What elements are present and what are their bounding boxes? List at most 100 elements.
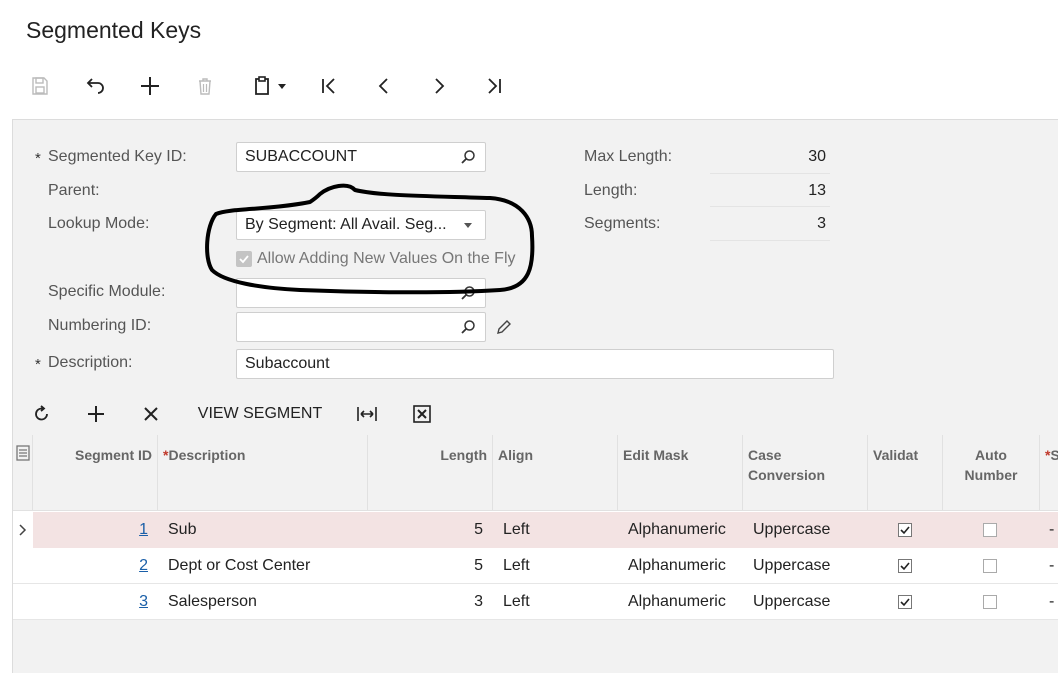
validate-checkbox[interactable] [898,512,912,548]
extra-cell[interactable]: - [1049,548,1054,584]
export-excel-button[interactable] [408,400,436,428]
col-align[interactable]: Align [493,435,618,511]
align-cell[interactable]: Left [503,512,530,548]
checkbox-empty-icon [983,595,997,609]
add-row-button[interactable] [82,400,110,428]
undo-icon [86,78,104,94]
prev-record-button[interactable] [368,70,400,102]
fit-columns-button[interactable] [352,400,382,428]
next-icon [435,78,445,94]
specific-module-label: Specific Module: [48,283,166,300]
extra-cell[interactable]: - [1049,584,1054,620]
align-cell[interactable]: Left [503,584,530,620]
add-button[interactable] [134,70,166,102]
annotation-circle [205,183,535,295]
col-validate[interactable]: Validat [868,435,943,511]
segmented-key-id-label: Segmented Key ID: [48,148,187,165]
auto-number-checkbox[interactable] [983,548,997,584]
settings-icon [16,445,30,461]
case-conversion-cell[interactable]: Uppercase [753,512,830,548]
table-row[interactable]: 2 Dept or Cost Center 5 Left Alphanumeri… [13,548,1058,584]
delete-row-button[interactable] [137,400,165,428]
col-extra[interactable]: *S [1040,435,1058,511]
col-auto-number[interactable]: Auto Number [943,435,1040,511]
max-length-value: 30 [808,148,826,165]
edit-mask-cell[interactable]: Alphanumeric [628,584,726,620]
chevron-right-icon [19,524,27,536]
close-icon [144,407,158,421]
next-record-button[interactable] [423,70,455,102]
table-row[interactable]: 1 Sub 5 Left Alphanumeric Uppercase - [13,512,1058,548]
checkbox-checked-icon [898,523,912,537]
description-cell[interactable]: Dept or Cost Center [168,548,310,584]
max-length-label: Max Length: [584,148,673,165]
clipboard-dropdown-button[interactable] [246,70,292,102]
clipboard-icon [255,76,269,95]
checkbox-empty-icon [983,559,997,573]
required-marker: * [35,356,41,373]
first-record-button[interactable] [313,70,345,102]
description-cell[interactable]: Salesperson [168,584,257,620]
add-icon [88,406,104,422]
segment-id-cell[interactable]: 3 [33,584,148,620]
numbering-id-field[interactable] [236,312,486,342]
auto-number-checkbox[interactable] [983,512,997,548]
segment-id-cell[interactable]: 2 [33,548,148,584]
validate-checkbox[interactable] [898,584,912,620]
segments-label: Segments: [584,215,661,232]
refresh-button[interactable] [28,400,56,428]
edit-numbering-button[interactable] [494,317,514,337]
description-cell[interactable]: Sub [168,512,196,548]
length-label: Length: [584,182,638,199]
length-cell[interactable]: 5 [368,512,483,548]
segment-id-cell[interactable]: 1 [33,512,148,548]
last-icon [488,78,501,94]
col-edit-mask[interactable]: Edit Mask [618,435,743,511]
save-button[interactable] [24,70,56,102]
undo-button[interactable] [79,70,111,102]
col-description[interactable]: *Description [158,435,368,511]
segments-grid: Segment ID *Description Length Align Edi… [13,435,1058,620]
auto-number-checkbox[interactable] [983,584,997,620]
fit-width-icon [357,407,377,421]
col-segment-id[interactable]: Segment ID [33,435,158,511]
description-field[interactable]: Subaccount [236,349,834,379]
checkbox-checked-icon [898,595,912,609]
divider [710,206,830,207]
grid-settings-header[interactable] [13,435,33,511]
edit-mask-cell[interactable]: Alphanumeric [628,512,726,548]
row-selector[interactable] [13,512,33,548]
save-icon [32,77,48,95]
edit-mask-cell[interactable]: Alphanumeric [628,548,726,584]
delete-icon [199,78,211,95]
search-icon[interactable] [459,148,477,166]
pencil-icon [497,320,511,334]
segments-value: 3 [817,215,826,232]
search-icon[interactable] [459,318,477,336]
page-title: Segmented Keys [26,17,202,43]
chevron-down-icon [278,84,286,89]
description-value: Subaccount [245,355,330,372]
delete-button[interactable] [189,70,221,102]
table-row[interactable]: 3 Salesperson 3 Left Alphanumeric Upperc… [13,584,1058,620]
refresh-icon [35,405,48,421]
numbering-id-label: Numbering ID: [48,317,152,334]
col-length[interactable]: Length [368,435,493,511]
segmented-key-id-field[interactable]: SUBACCOUNT [236,142,486,172]
validate-checkbox[interactable] [898,548,912,584]
divider [710,240,830,241]
col-case-conversion[interactable]: Case Conversion [743,435,868,511]
divider [710,173,830,174]
length-cell[interactable]: 3 [368,584,483,620]
add-icon [141,77,159,95]
segmented-key-id-value: SUBACCOUNT [245,148,358,165]
view-segment-button[interactable]: VIEW SEGMENT [192,400,328,428]
last-record-button[interactable] [478,70,510,102]
extra-cell[interactable]: - [1049,512,1054,548]
prev-icon [378,78,388,94]
case-conversion-cell[interactable]: Uppercase [753,548,830,584]
case-conversion-cell[interactable]: Uppercase [753,584,830,620]
required-marker: * [35,150,41,167]
length-cell[interactable]: 5 [368,548,483,584]
align-cell[interactable]: Left [503,548,530,584]
